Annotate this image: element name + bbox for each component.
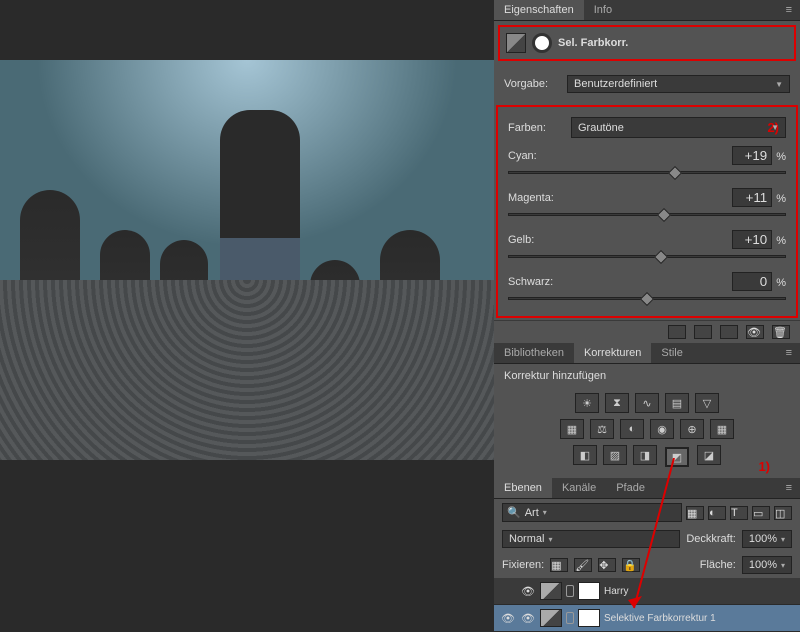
slider-schwarz: Schwarz: % xyxy=(508,268,786,310)
magenta-label: Magenta: xyxy=(508,192,554,204)
panel-menu-icon[interactable]: ≡ xyxy=(778,0,800,20)
adj-exposure-icon[interactable]: ▤ xyxy=(665,393,689,413)
layer-name-label[interactable]: Selektive Farbkorrektur 1 xyxy=(604,613,794,624)
link-icon xyxy=(566,612,574,624)
tab-info[interactable]: Info xyxy=(584,0,622,20)
document-canvas[interactable] xyxy=(0,60,494,460)
properties-tabs: Eigenschaften Info ≡ xyxy=(494,0,800,21)
schwarz-slider[interactable] xyxy=(508,297,786,300)
adj-vibrance-icon[interactable]: ▽ xyxy=(695,393,719,413)
gelb-value[interactable] xyxy=(732,230,772,249)
adjustment-title: Sel. Farbkorr. xyxy=(558,37,628,49)
gelb-label: Gelb: xyxy=(508,234,534,246)
opacity-dropdown[interactable]: 100%▾ xyxy=(742,530,792,548)
adj-posterize-icon[interactable]: ▨ xyxy=(603,445,627,465)
fx-visibility-icon[interactable]: 👁 xyxy=(520,585,536,598)
canvas-area xyxy=(0,0,494,600)
cyan-value[interactable] xyxy=(732,146,772,165)
reset-icon[interactable] xyxy=(720,325,738,339)
filter-smart-icon[interactable]: ◫ xyxy=(774,506,792,520)
preset-dropdown[interactable]: Benutzerdefiniert▼ xyxy=(567,75,790,93)
slider-gelb: Gelb: % xyxy=(508,226,786,268)
filter-adjustment-icon[interactable]: ◐ xyxy=(708,506,726,520)
tab-stile[interactable]: Stile xyxy=(651,343,692,363)
gelb-slider[interactable] xyxy=(508,255,786,258)
lock-all-icon[interactable]: 🔒 xyxy=(622,558,640,572)
adj-gradientmap-icon[interactable]: ◪ xyxy=(697,445,721,465)
cyan-slider[interactable] xyxy=(508,171,786,174)
layer-thumb-icon xyxy=(540,609,562,627)
fill-label: Fläche: xyxy=(700,559,736,571)
layer-name-label[interactable]: Harry xyxy=(604,586,794,597)
adj-threshold-icon[interactable]: ◨ xyxy=(633,445,657,465)
filter-type-icon[interactable]: T xyxy=(730,506,748,520)
clip-icon[interactable] xyxy=(668,325,686,339)
lock-pixels-icon[interactable]: 🖌 xyxy=(574,558,592,572)
adj-balance-icon[interactable]: ⚖ xyxy=(590,419,614,439)
layer-harry[interactable]: 👁 Harry xyxy=(494,578,800,605)
panel-menu-icon[interactable]: ≡ xyxy=(778,478,800,498)
magenta-value[interactable] xyxy=(732,188,772,207)
adj-levels-icon[interactable]: ⧗ xyxy=(605,393,629,413)
visibility-toggle[interactable]: 👁 xyxy=(500,612,516,625)
tab-korrekturen[interactable]: Korrekturen xyxy=(574,343,651,363)
adj-invert-icon[interactable]: ◧ xyxy=(573,445,597,465)
slider-cyan: Cyan: % xyxy=(508,142,786,184)
schwarz-label: Schwarz: xyxy=(508,276,553,288)
selective-color-icon xyxy=(506,33,526,53)
add-adjustment-label: Korrektur hinzufügen xyxy=(504,370,606,382)
right-panels: Eigenschaften Info ≡ Sel. Farbkorr. Vorg… xyxy=(494,0,800,600)
magenta-slider[interactable] xyxy=(508,213,786,216)
blend-mode-dropdown[interactable]: Normal▾ xyxy=(502,530,680,548)
adj-channelmixer-icon[interactable]: ⊕ xyxy=(680,419,704,439)
adj-bw-icon[interactable]: ◐ xyxy=(620,419,644,439)
tab-bibliotheken[interactable]: Bibliotheken xyxy=(494,343,574,363)
layer-filter-dropdown[interactable]: 🔍Art▾ xyxy=(502,503,682,522)
mask-thumb-icon xyxy=(578,609,600,627)
fill-dropdown[interactable]: 100%▾ xyxy=(742,556,792,574)
adj-selective-color-icon[interactable]: ◩ xyxy=(665,447,689,467)
visibility-icon[interactable]: 👁 xyxy=(746,325,764,339)
adjustments-tabs: Bibliotheken Korrekturen Stile ≡ xyxy=(494,343,800,364)
layer-selektive-farbkorrektur[interactable]: 👁 👁 Selektive Farbkorrektur 1 xyxy=(494,605,800,632)
annotation-1: 1) xyxy=(758,459,770,474)
lock-position-icon[interactable]: ✥ xyxy=(598,558,616,572)
adjustments-grid: ☀ ⧗ ∿ ▤ ▽ ▦ ⚖ ◐ ◉ ⊕ ▦ ◧ ▨ ◨ ◩ ◪ 1) xyxy=(494,384,800,478)
schwarz-value[interactable] xyxy=(732,272,772,291)
lock-label: Fixieren: xyxy=(502,559,544,571)
preset-label: Vorgabe: xyxy=(504,78,559,90)
adj-brightness-icon[interactable]: ☀ xyxy=(575,393,599,413)
view-previous-icon[interactable] xyxy=(694,325,712,339)
fx-visibility-icon[interactable]: 👁 xyxy=(520,612,536,625)
tab-kanaele[interactable]: Kanäle xyxy=(552,478,606,498)
adj-curves-icon[interactable]: ∿ xyxy=(635,393,659,413)
layer-thumb-icon xyxy=(540,582,562,600)
lock-transparency-icon[interactable]: ▦ xyxy=(550,558,568,572)
colors-dropdown[interactable]: Grautöne 2) ▼ xyxy=(571,117,786,138)
adj-photofilter-icon[interactable]: ◉ xyxy=(650,419,674,439)
mask-thumb-icon xyxy=(578,582,600,600)
adjustment-header: Sel. Farbkorr. xyxy=(500,27,794,59)
tab-eigenschaften[interactable]: Eigenschaften xyxy=(494,0,584,20)
trash-icon[interactable]: 🗑 xyxy=(772,325,790,339)
opacity-label: Deckkraft: xyxy=(686,533,736,545)
slider-magenta: Magenta: % xyxy=(508,184,786,226)
tab-pfade[interactable]: Pfade xyxy=(606,478,655,498)
adj-hue-icon[interactable]: ▦ xyxy=(560,419,584,439)
panel-menu-icon[interactable]: ≡ xyxy=(778,343,800,363)
mask-icon xyxy=(532,33,552,53)
tab-ebenen[interactable]: Ebenen xyxy=(494,478,552,498)
filter-shape-icon[interactable]: ▭ xyxy=(752,506,770,520)
layer-list: 👁 Harry 👁 👁 Selektive Farbkorrektur 1 xyxy=(494,578,800,632)
layers-tabs: Ebenen Kanäle Pfade ≡ xyxy=(494,478,800,499)
adj-lut-icon[interactable]: ▦ xyxy=(710,419,734,439)
link-icon xyxy=(566,585,574,597)
cyan-label: Cyan: xyxy=(508,150,537,162)
colors-label: Farben: xyxy=(508,122,563,134)
filter-pixel-icon[interactable]: ▦ xyxy=(686,506,704,520)
properties-footer: 👁 🗑 xyxy=(494,320,800,343)
